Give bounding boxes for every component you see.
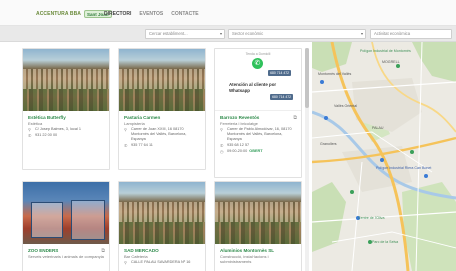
business-category: Bar Cafeteria [124,254,148,259]
promo-caption: Tenda a Domicili [245,52,271,56]
brand[interactable]: ACCENTURA BBA Sant Joan [36,9,112,19]
business-photo [215,182,301,244]
clock-icon: ◷ [220,149,224,154]
map-label: Polígon Industrial Riera Can Bonet [376,166,432,170]
promo-title: Atención al cliente por Whatsapp [229,82,277,93]
open-status: OBERT [249,149,263,153]
map-label: Vallès Oriental [334,104,358,108]
map-canvas [312,42,456,271]
filter-bar: Cercar establiment... ▾ Sector econòmic … [0,26,456,42]
business-category: Lampisteria [124,121,145,126]
map-label: MOGRELL [382,60,400,64]
list-scrollbar-thumb[interactable] [305,48,309,108]
map-label: Montornès del Vallès [318,72,352,76]
location-pin-icon: ⚲ [28,127,31,132]
address-row: ⚲ C/ Josep Balmes, 3, local 1 [28,127,104,132]
map-label: PALAU [372,126,384,130]
business-phone[interactable]: 931 22 00 00 [35,133,57,138]
chevron-down-icon: ▾ [360,31,363,36]
phone-row: ✆ 935 77 64 11 [124,143,200,148]
business-card[interactable]: SAD MERCADO Bar Cafeteria ⚲ CALLE PALAU … [118,181,206,271]
whatsapp-icon: ✆ [252,58,263,69]
business-card[interactable]: ⧉ ZOO ENDERS Serveis veterinaris i anima… [22,181,110,271]
location-pin-icon: ⚲ [124,260,127,265]
map-label: Centre de l'Oliva [358,216,385,220]
business-category: Construcció, instal·lacions i subministr… [220,254,269,264]
business-photo [119,182,205,244]
business-category: Ferreteria i bricolatge [220,121,258,126]
business-category: Serveis veterinaris i animals de company… [28,254,104,259]
sector-select[interactable]: Sector econòmic ▾ [228,29,366,39]
business-address: Carrer de Joan XXIII, 16 08170 Montornès… [131,127,187,141]
business-photo [23,49,109,111]
whatsapp-promo-image: Tenda a Domicili ✆ 680 714 472 Atención … [215,49,301,111]
business-card-grid: Estètica Butterfly Estètica ⚲ C/ Josep B… [22,48,304,271]
address-row: ⚲ Carrer de Joan XXIII, 16 08170 Montorn… [124,127,200,142]
nav-directori[interactable]: DIRECTORI [104,11,131,17]
brand-text: ACCENTURA BBA [36,11,82,17]
address-row: ⚲ CALLE PALAU SAVARDERA Nº 16 [124,260,200,265]
search-placeholder: Cercar establiment... [149,31,188,36]
business-photo [119,49,205,111]
business-card[interactable]: Estètica Butterfly Estètica ⚲ C/ Josep B… [22,48,110,170]
phone-icon: ✆ [124,143,128,148]
chevron-down-icon: ▾ [219,31,222,36]
map-label: Parc de la Selva [372,240,399,244]
business-hours: 09:00-20:00 [227,149,248,153]
activity-placeholder: Activitat econòmica [374,31,411,36]
map-label: Granollers [320,142,337,146]
business-card[interactable]: Tenda a Domicili ✆ 680 714 472 Atención … [214,48,302,178]
business-card[interactable]: Aluminios Montornès SL Construcció, inst… [214,181,302,271]
share-icon[interactable]: ⧉ [101,248,105,254]
share-icon[interactable]: ⧉ [293,115,297,121]
business-phone[interactable]: 935 68 12 57 [227,143,249,148]
map-view[interactable]: Polígon Industrial de Montornès MOGRELL … [312,42,456,271]
phone-icon: ✆ [220,143,224,148]
map-label: Polígon Industrial de Montornès [360,49,411,53]
business-address: Carrer de Pablo Almodóvar, 16, 08170 Mon… [227,127,292,141]
search-establishment-input[interactable]: Cercar establiment... ▾ [145,29,225,39]
nav-eventos[interactable]: EVENTOS [139,11,163,17]
business-card[interactable]: Pastaria Carmen Lampisteria ⚲ Carrer de … [118,48,206,170]
promo-number: 680 714 472 [268,70,291,76]
main-nav: DIRECTORI EVENTOS CONTACTE [104,11,199,17]
location-pin-icon: ⚲ [124,127,127,132]
hours-row: ◷ 09:00-20:00 OBERT [220,149,296,154]
top-navigation-bar: ACCENTURA BBA Sant Joan DIRECTORI EVENTO… [0,0,456,26]
phone-icon: ✆ [28,133,32,138]
business-photo [23,182,109,244]
sector-placeholder: Sector econòmic [232,31,264,36]
business-address: C/ Josep Balmes, 3, local 1 [35,127,82,131]
phone-row: ✆ 935 68 12 57 [220,143,296,148]
promo-number-2: 680 714 472 [270,94,293,100]
business-category: Estètica [28,121,43,126]
nav-contacte[interactable]: CONTACTE [171,11,198,17]
activity-select[interactable]: Activitat econòmica [370,29,452,39]
location-pin-icon: ⚲ [220,127,223,132]
business-address: CALLE PALAU SAVARDERA Nº 16 [131,260,191,264]
phone-row: ✆ 931 22 00 00 [28,133,104,138]
address-row: ⚲ Carrer de Pablo Almodóvar, 16, 08170 M… [220,127,296,142]
business-phone[interactable]: 935 77 64 11 [131,143,153,148]
